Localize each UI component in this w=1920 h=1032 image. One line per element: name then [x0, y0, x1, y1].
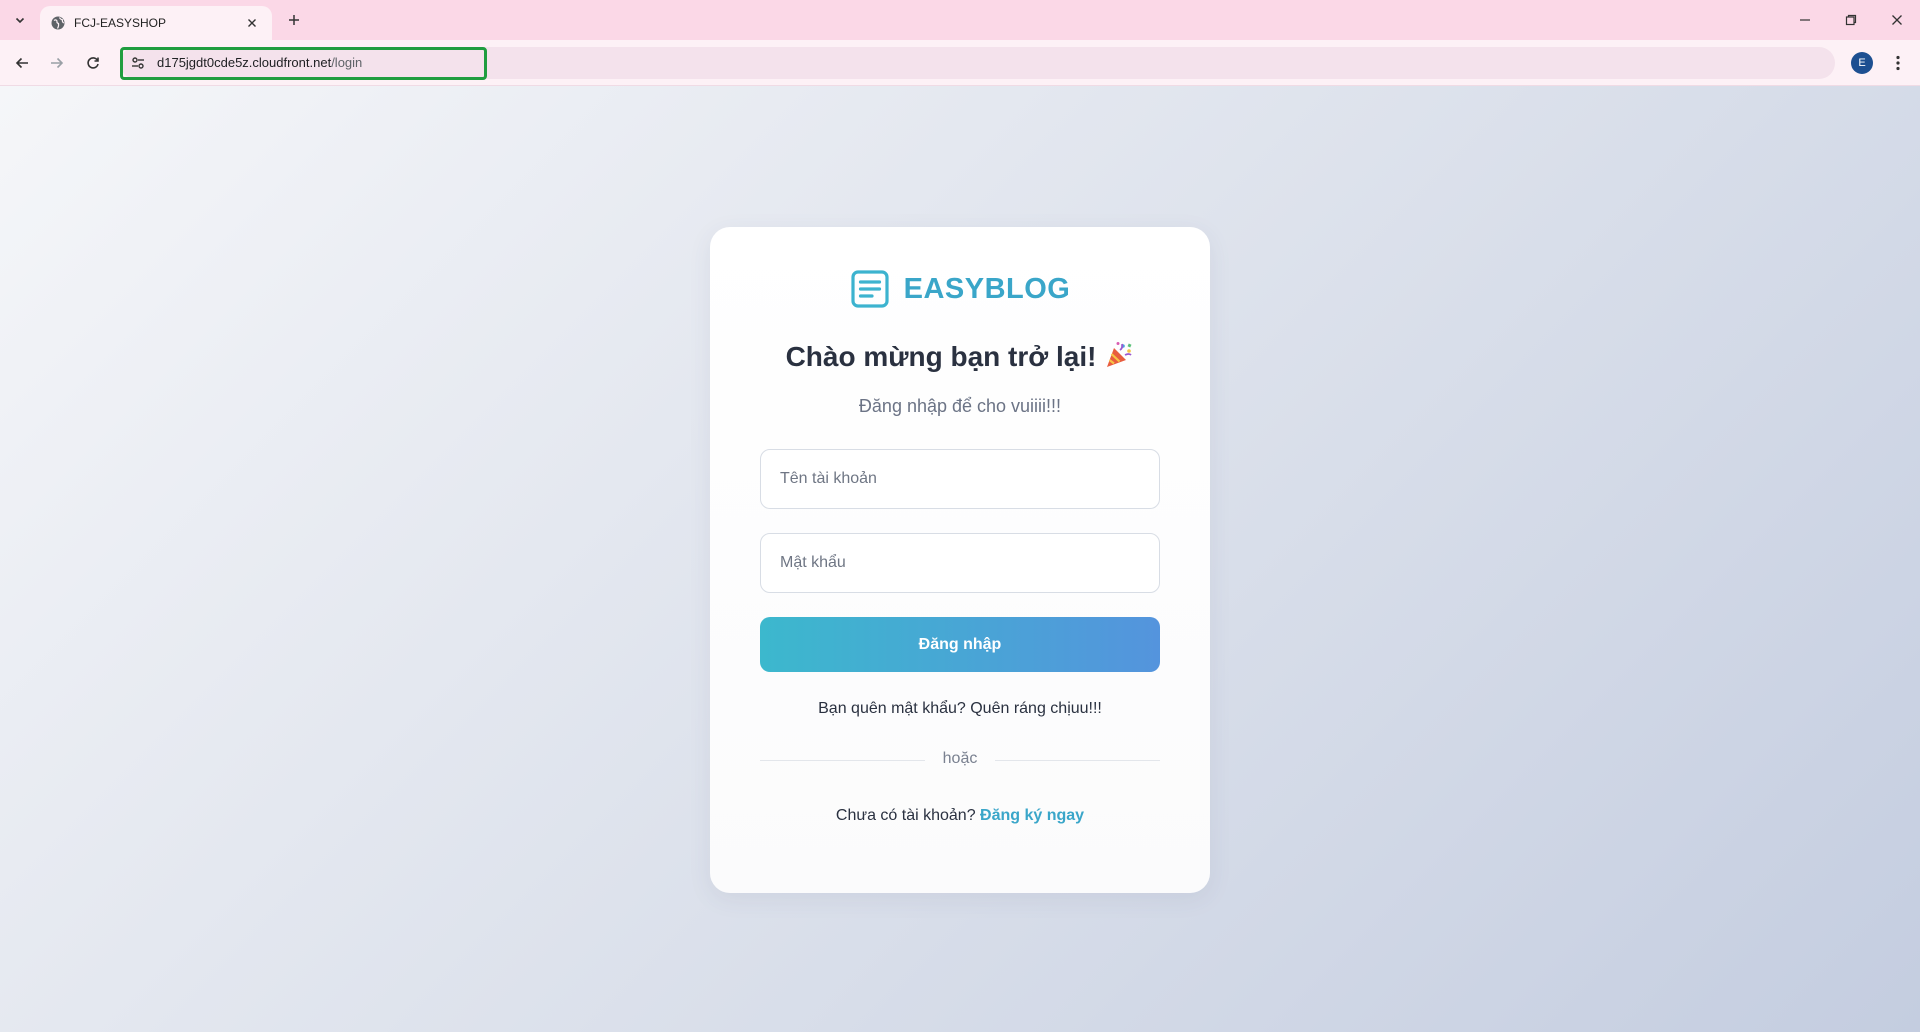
minimize-button[interactable] [1782, 0, 1828, 40]
divider-line-right [995, 760, 1160, 761]
login-card: EASYBLOG Chào mừng bạn trở lại! Đăng nhậ… [710, 227, 1210, 893]
login-button[interactable]: Đăng nhập [760, 617, 1160, 672]
welcome-title: Chào mừng bạn trở lại! [785, 341, 1097, 372]
window-close-button[interactable] [1874, 0, 1920, 40]
or-divider: hoặc [760, 749, 1160, 771]
url-host: d175jgdt0cde5z.cloudfront.net [157, 55, 332, 70]
browser-toolbar: d175jgdt0cde5z.cloudfront.net/login E [0, 40, 1920, 86]
more-vertical-icon [1896, 55, 1900, 71]
party-popper-icon [1104, 340, 1134, 370]
chevron-down-icon [15, 17, 25, 24]
browser-menu-button[interactable] [1886, 51, 1910, 75]
browser-tab[interactable]: FCJ-EASYSHOP [40, 6, 272, 40]
minimize-icon [1800, 19, 1810, 21]
tab-search-button[interactable] [8, 8, 32, 32]
url-text: d175jgdt0cde5z.cloudfront.net/login [157, 55, 362, 70]
brand-header: EASYBLOG [710, 269, 1210, 309]
document-icon [850, 269, 890, 309]
reload-icon [87, 57, 99, 69]
signup-link[interactable]: Đăng ký ngay [980, 807, 1084, 824]
profile-avatar[interactable]: E [1851, 52, 1873, 74]
close-icon [248, 19, 256, 27]
tab-title: FCJ-EASYSHOP [74, 16, 167, 30]
brand-name: EASYBLOG [903, 272, 1071, 305]
signup-row: Chưa có tài khoản? Đăng ký ngay [710, 807, 1210, 825]
site-info-icon[interactable] [130, 55, 146, 71]
subtitle: Đăng nhập để cho vuiiii!!! [858, 396, 1062, 416]
plus-icon [289, 15, 299, 25]
url-path: /login [331, 55, 363, 70]
address-bar[interactable]: d175jgdt0cde5z.cloudfront.net/login [120, 47, 1835, 79]
restore-icon [1845, 14, 1857, 26]
restore-button[interactable] [1828, 0, 1874, 40]
browser-tab-bar: FCJ-EASYSHOP [0, 0, 1920, 40]
signup-prompt: Chưa có tài khoản? [835, 807, 976, 824]
reload-button[interactable] [79, 49, 107, 77]
arrow-left-icon [15, 57, 28, 69]
new-tab-button[interactable] [282, 8, 306, 32]
back-button[interactable] [8, 49, 36, 77]
page-viewport: EASYBLOG Chào mừng bạn trở lại! Đăng nhậ… [0, 86, 1920, 1032]
arrow-right-icon [51, 57, 64, 69]
forward-button[interactable] [43, 49, 71, 77]
or-text: hoặc [942, 750, 978, 767]
welcome-heading: Chào mừng bạn trở lại! [710, 340, 1210, 373]
tab-close-button[interactable] [242, 13, 262, 33]
globe-icon [50, 15, 66, 31]
close-icon [1892, 15, 1902, 25]
password-input[interactable] [760, 533, 1160, 593]
forgot-password-text: Bạn quên mật khẩu? Quên ráng chịuu!!! [818, 700, 1102, 717]
username-input[interactable] [760, 449, 1160, 509]
